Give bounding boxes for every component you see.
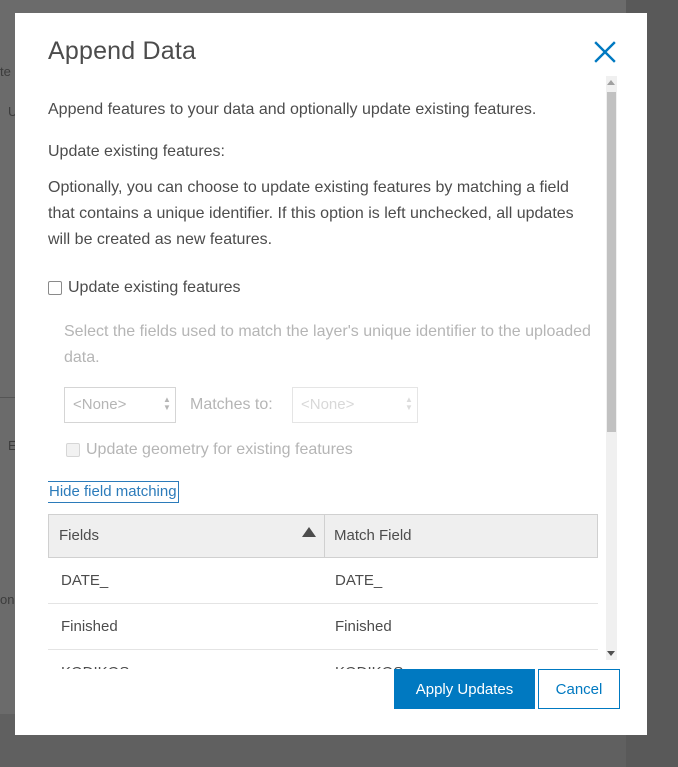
close-button[interactable]	[592, 39, 618, 65]
background-divider	[0, 397, 16, 398]
sort-ascending-icon[interactable]	[302, 527, 316, 537]
table-row[interactable]: Finished Finished	[48, 604, 598, 650]
table-row[interactable]: KODIKOS KODIKOS	[48, 650, 598, 669]
match-field-column-header[interactable]: Match Field	[334, 515, 412, 557]
match-field-cell[interactable]: KODIKOS	[335, 650, 403, 669]
table-row[interactable]: DATE_ DATE_	[48, 558, 598, 604]
field-name-cell: Finished	[61, 618, 118, 635]
update-geometry-checkbox[interactable]	[66, 443, 80, 457]
dialog-title: Append Data	[48, 37, 197, 65]
hide-field-matching-link[interactable]: Hide field matching	[48, 481, 179, 503]
close-icon	[594, 41, 616, 63]
match-field-cell[interactable]: DATE_	[335, 558, 382, 604]
select-arrows-icon: ▲ ▼	[163, 395, 171, 412]
layer-field-select[interactable]: <None> ▲ ▼	[64, 387, 176, 423]
dialog-content: Append features to your data and optiona…	[48, 91, 600, 669]
match-field-cell[interactable]: Finished	[335, 604, 392, 650]
field-name-cell: DATE_	[61, 572, 109, 589]
update-geometry-checkbox-row[interactable]: Update geometry for existing features	[66, 441, 353, 459]
background-text: te	[0, 64, 11, 79]
select-hint-text: Select the fields used to match the laye…	[64, 323, 591, 366]
intro-text: Append features to your data and optiona…	[48, 101, 537, 118]
update-existing-label: Update existing features	[68, 279, 241, 296]
apply-updates-button[interactable]: Apply Updates	[394, 669, 535, 709]
background-text: on	[0, 592, 15, 607]
subheading: Update existing features:	[48, 143, 225, 160]
update-existing-checkbox-row[interactable]: Update existing features	[48, 279, 241, 297]
update-geometry-label: Update geometry for existing features	[86, 441, 353, 458]
append-data-dialog: Append Data Append features to your data…	[15, 13, 647, 735]
upload-field-select[interactable]: <None> ▲ ▼	[292, 387, 418, 423]
fields-column-header[interactable]: Fields	[59, 515, 99, 557]
update-existing-checkbox[interactable]	[48, 281, 62, 295]
content-scrollbar[interactable]	[606, 76, 617, 660]
column-divider	[324, 515, 325, 557]
scroll-down-icon[interactable]	[607, 651, 615, 656]
field-table-header: Fields Match Field	[48, 514, 598, 558]
select-arrows-icon: ▲ ▼	[405, 395, 413, 412]
cancel-button[interactable]: Cancel	[538, 669, 620, 709]
upload-field-select-value: <None>	[301, 396, 355, 413]
description-text: Optionally, you can choose to update exi…	[48, 179, 574, 248]
field-name-cell: KODIKOS	[61, 650, 129, 669]
layer-field-select-value: <None>	[73, 396, 127, 413]
matches-to-label: Matches to:	[190, 396, 273, 413]
scroll-up-icon[interactable]	[607, 80, 615, 85]
scroll-thumb[interactable]	[607, 92, 616, 432]
